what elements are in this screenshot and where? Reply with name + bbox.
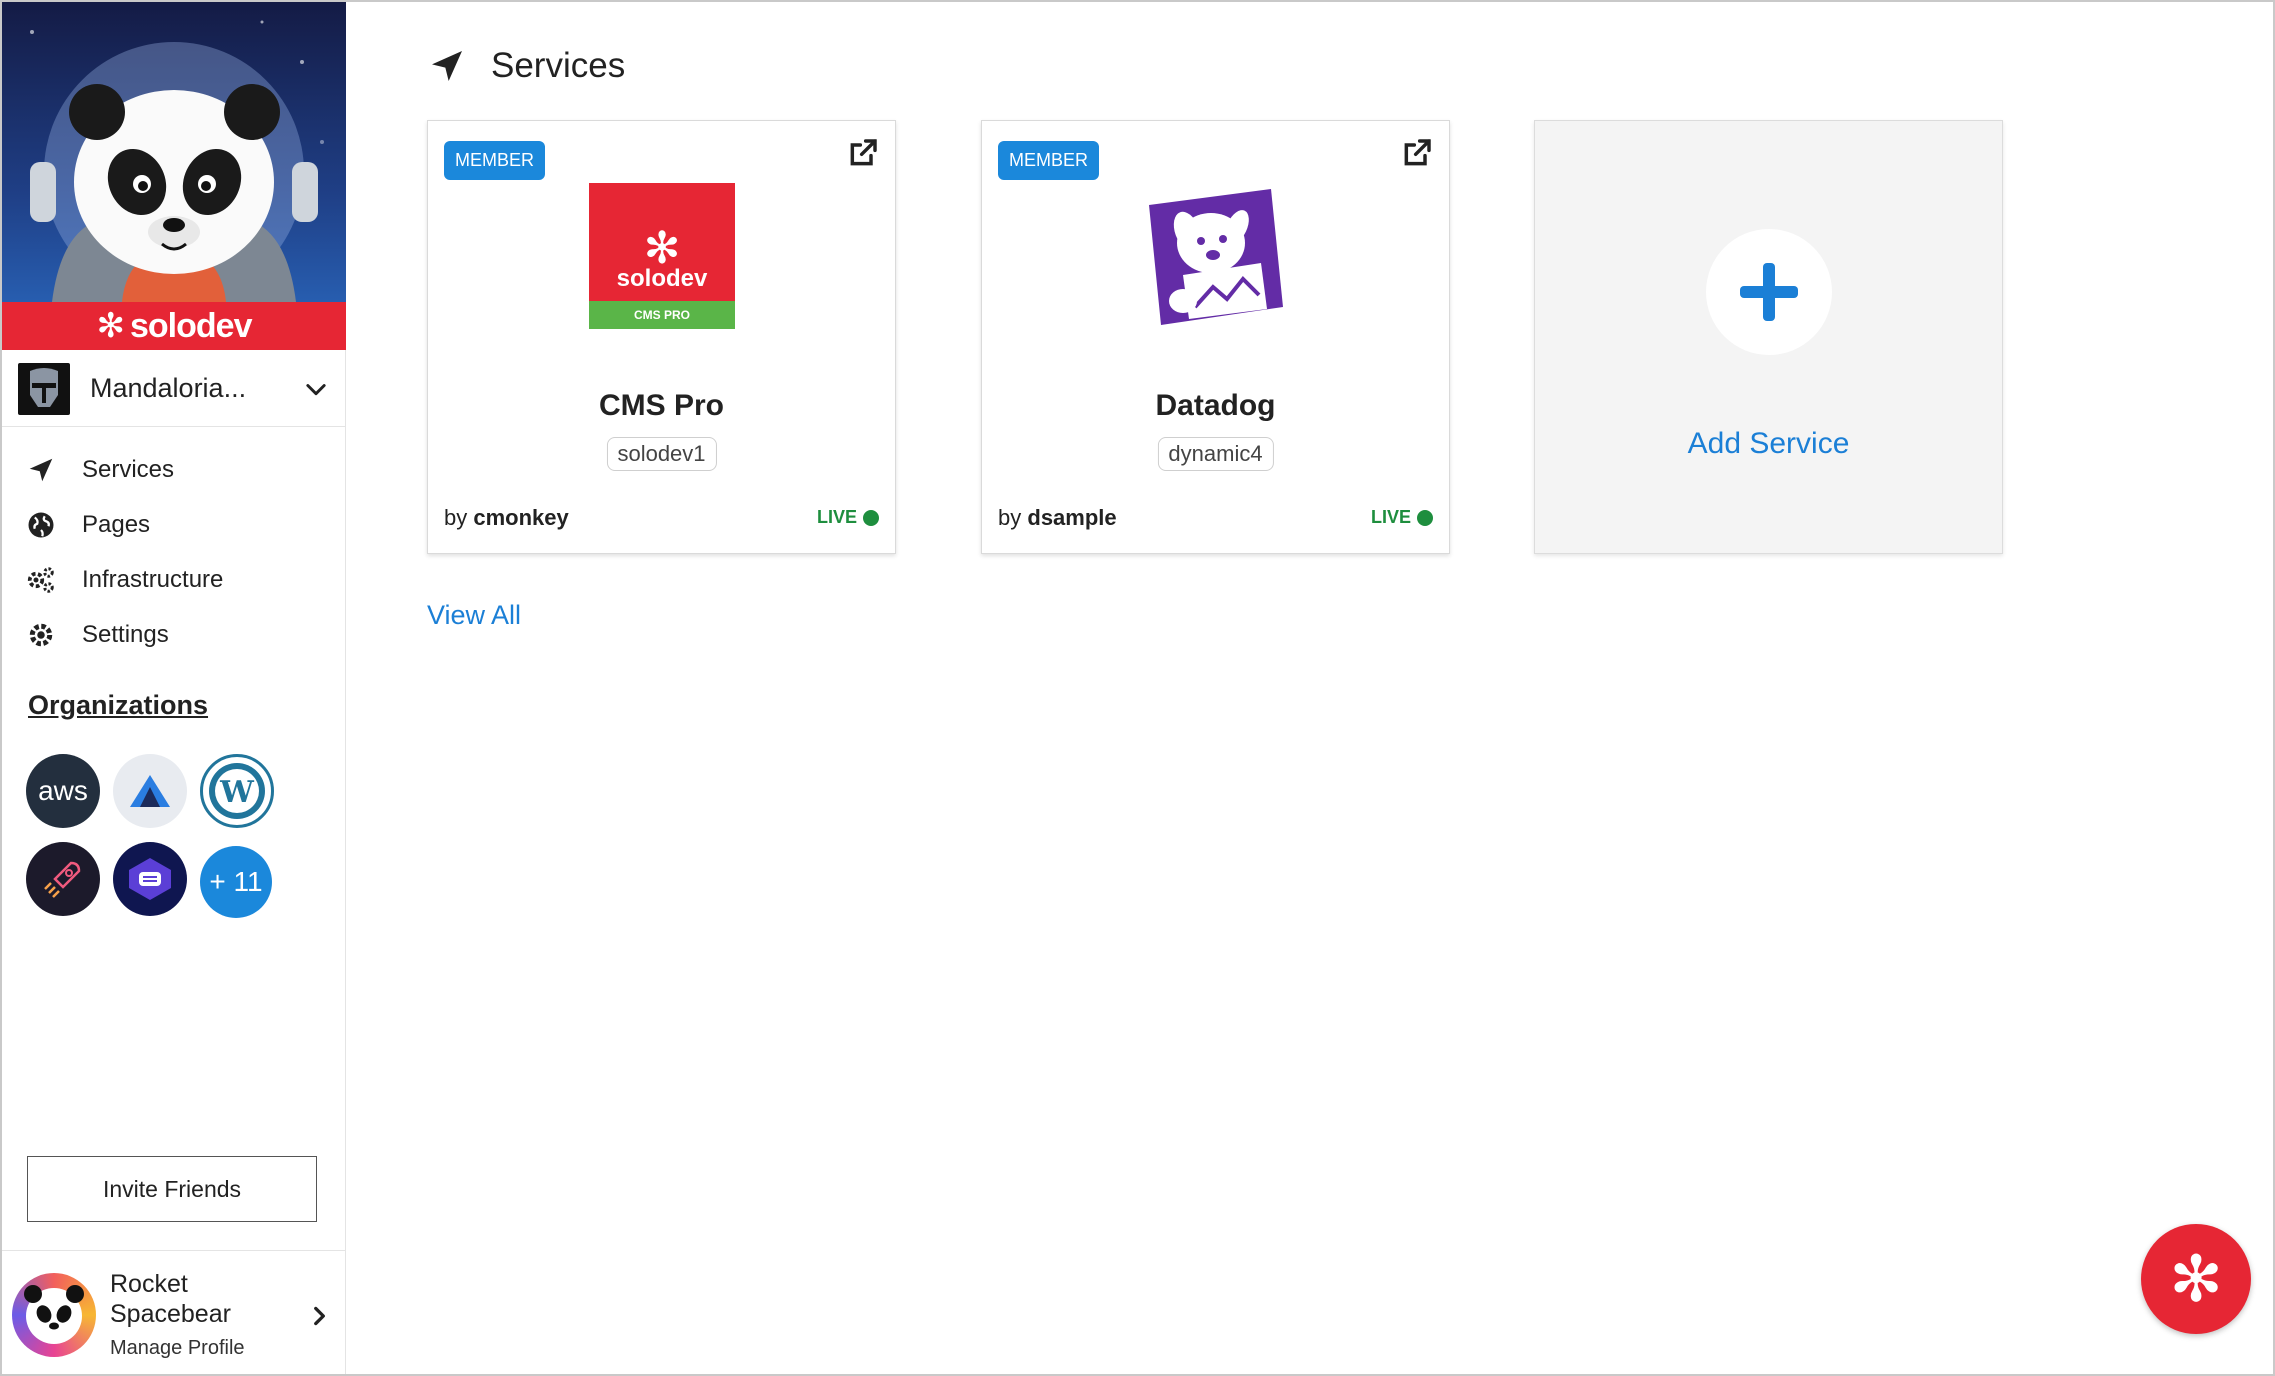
service-name: CMS Pro (598, 389, 724, 422)
sidebar-item-label: Infrastructure (82, 565, 224, 593)
service-name: Datadog (1155, 389, 1276, 422)
page-title-text: Services (491, 46, 626, 85)
solodev-flower-icon: ✻ (2169, 1243, 2223, 1315)
sidebar-nav: Services Pages Infrastructure Settings (26, 442, 326, 662)
sidebar-item-settings[interactable]: Settings (26, 607, 326, 662)
svg-text:W: W (219, 775, 255, 810)
sidebar-item-pages[interactable]: Pages (26, 497, 326, 552)
org-name: Mandaloria... (90, 373, 247, 403)
solodev-flower-icon: ✻ (96, 307, 125, 345)
profile-section[interactable]: Rocket Spacebear Manage Profile (2, 1250, 346, 1374)
org-more-count: + 11 (209, 866, 263, 897)
triangle-logo-icon (130, 775, 170, 807)
solodev-chat-button[interactable]: ✻ (2141, 1224, 2251, 1334)
by-prefix: by (444, 505, 468, 530)
plus-icon (1740, 263, 1798, 321)
external-link-icon[interactable] (1401, 137, 1433, 169)
sidebar-item-services[interactable]: Services (26, 442, 326, 497)
cms-logo-text: solodev (616, 265, 708, 292)
cms-logo-sub: CMS PRO (589, 301, 735, 329)
panda-avatar-icon (24, 1285, 84, 1344)
org-triangle[interactable] (113, 754, 187, 828)
status-text: LIVE (1370, 507, 1411, 527)
author-name: dsample (1027, 505, 1117, 530)
service-author: by cmonkey (444, 505, 569, 531)
add-service-button[interactable] (1706, 229, 1832, 355)
cms-pro-logo: ✻ solodev CMS PRO (589, 183, 735, 329)
manage-profile-link[interactable]: Manage Profile (110, 1337, 245, 1360)
cube-logo-icon (129, 858, 171, 900)
profile-name: Rocket Spacebear (110, 1270, 231, 1328)
brand-banner: ✻ solodev (2, 302, 346, 350)
org-aws-label: aws (38, 775, 88, 806)
wordpress-icon: W (209, 763, 265, 819)
org-avatar (18, 362, 70, 415)
datadog-logo (1143, 183, 1289, 329)
sidebar-item-infrastructure[interactable]: Infrastructure (26, 552, 326, 607)
status-badge: LIVE (1371, 507, 1433, 528)
brand-name: solodev (130, 306, 252, 345)
page-title: Services (427, 46, 625, 86)
gear-icon (29, 623, 53, 646)
avatar (12, 1273, 96, 1357)
globe-icon (28, 512, 54, 537)
external-link-icon[interactable] (847, 137, 879, 169)
brand-hero: ✻ solodev (2, 2, 346, 350)
status-text: LIVE (816, 507, 857, 527)
org-wordpress[interactable]: W (200, 754, 274, 828)
org-cube[interactable] (113, 842, 187, 916)
chevron-down-icon (306, 383, 326, 395)
rocket-icon (44, 861, 81, 898)
main-content: Services MEMBER ✻ solodev CMS PRO CMS Pr… (347, 2, 2273, 1374)
sidebar-item-label: Settings (82, 620, 169, 648)
add-service-card[interactable]: Add Service (1534, 120, 2003, 554)
service-author: by dsample (998, 505, 1117, 531)
org-more[interactable]: + 11 (200, 846, 272, 918)
cogs-icon (27, 566, 54, 593)
datadog-icon (1149, 189, 1283, 325)
author-name: cmonkey (473, 505, 569, 530)
sidebar: ✻ solodev Mandaloria... Services Pages I… (2, 2, 346, 1374)
sidebar-item-label: Services (82, 455, 175, 483)
sidebar-item-label: Pages (82, 510, 151, 538)
member-badge: MEMBER (444, 141, 546, 180)
add-service-label: Add Service (1687, 427, 1850, 460)
service-card-cms-pro[interactable]: MEMBER ✻ solodev CMS PRO CMS Pro solodev… (427, 120, 896, 554)
by-prefix: by (998, 505, 1022, 530)
status-badge: LIVE (817, 507, 879, 528)
location-arrow-icon (29, 458, 53, 481)
chevron-right-icon (314, 1306, 325, 1326)
member-badge: MEMBER (998, 141, 1100, 180)
service-tag: dynamic4 (1157, 437, 1274, 471)
spacebear-illustration (30, 20, 324, 302)
mandalorian-helmet-icon (30, 367, 58, 407)
organization-selector[interactable]: Mandaloria... (2, 351, 346, 427)
service-tag: solodev1 (606, 437, 717, 471)
service-card-datadog[interactable]: MEMBER Datadog dynamic4 by dsample LIVE (981, 120, 1450, 554)
org-aws[interactable]: aws (26, 754, 100, 828)
view-all-link[interactable]: View All (427, 600, 521, 631)
location-arrow-icon (432, 51, 462, 81)
org-rocket[interactable] (26, 842, 100, 916)
invite-friends-button[interactable]: Invite Friends (27, 1156, 317, 1222)
organizations-heading[interactable]: Organizations (28, 690, 208, 721)
status-dot (1417, 509, 1433, 526)
status-dot (863, 509, 879, 526)
